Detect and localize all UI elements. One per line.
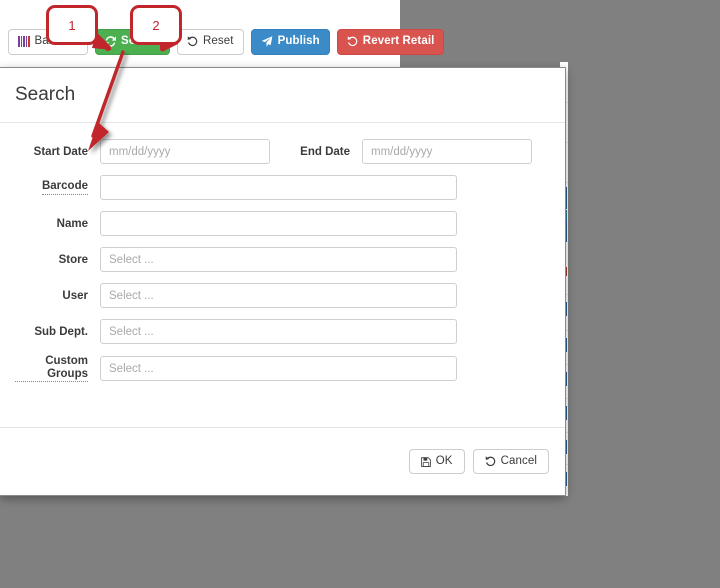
dialog-footer: OK Cancel <box>0 427 565 495</box>
cancel-button[interactable]: Cancel <box>472 448 549 475</box>
store-label: Store <box>58 253 88 266</box>
revert-retail-button-label: Revert Retail <box>362 35 435 47</box>
name-label: Name <box>56 217 88 230</box>
callout-2-number: 2 <box>152 17 160 33</box>
dialog-body: Start Date End Date Barcode Name Store <box>0 123 565 401</box>
name-input[interactable] <box>100 211 457 236</box>
cancel-button-label: Cancel <box>500 454 537 467</box>
form-row-sub-dept: Sub Dept. <box>15 319 550 344</box>
form-row-store: Store <box>15 247 550 272</box>
undo-icon <box>347 36 358 47</box>
form-row-barcode: Barcode <box>15 175 550 200</box>
dialog-header: Search <box>0 68 565 123</box>
start-date-label: Start Date <box>33 145 88 158</box>
callout-badge-1: 1 <box>46 5 98 45</box>
custom-groups-select[interactable] <box>100 356 457 382</box>
user-label: User <box>62 289 88 302</box>
revert-retail-button[interactable]: Revert Retail <box>336 29 445 55</box>
sub-dept-label: Sub Dept. <box>34 325 88 338</box>
undo-icon <box>485 456 496 467</box>
user-select[interactable] <box>100 283 457 308</box>
custom-groups-label: Custom Groups <box>15 355 100 383</box>
send-icon <box>261 36 273 47</box>
form-row-user: User <box>15 283 550 308</box>
start-date-input[interactable] <box>100 139 270 164</box>
form-row-dates: Start Date End Date <box>15 139 550 164</box>
save-icon <box>420 456 431 467</box>
barcode-icon <box>18 36 30 48</box>
barcode-label: Barcode <box>15 180 100 195</box>
form-row-name: Name <box>15 211 550 236</box>
store-select[interactable] <box>100 247 457 272</box>
callout-1-number: 1 <box>68 17 76 33</box>
sub-dept-select[interactable] <box>100 319 457 344</box>
publish-button-label: Publish <box>277 35 320 47</box>
publish-button[interactable]: Publish <box>250 29 330 55</box>
form-row-custom-groups: Custom Groups <box>15 355 550 383</box>
search-dialog: Search Start Date End Date Barcode Name <box>0 67 566 496</box>
reset-button-label: Reset <box>203 35 234 47</box>
ok-button-label: OK <box>435 454 453 467</box>
dialog-title: Search <box>15 84 76 105</box>
end-date-label: End Date <box>300 145 350 158</box>
end-date-input[interactable] <box>362 139 532 164</box>
ok-button[interactable]: OK <box>408 448 465 475</box>
barcode-input[interactable] <box>100 175 457 200</box>
callout-badge-2: 2 <box>130 5 182 45</box>
screen: Barcode Search Reset <box>0 0 720 588</box>
